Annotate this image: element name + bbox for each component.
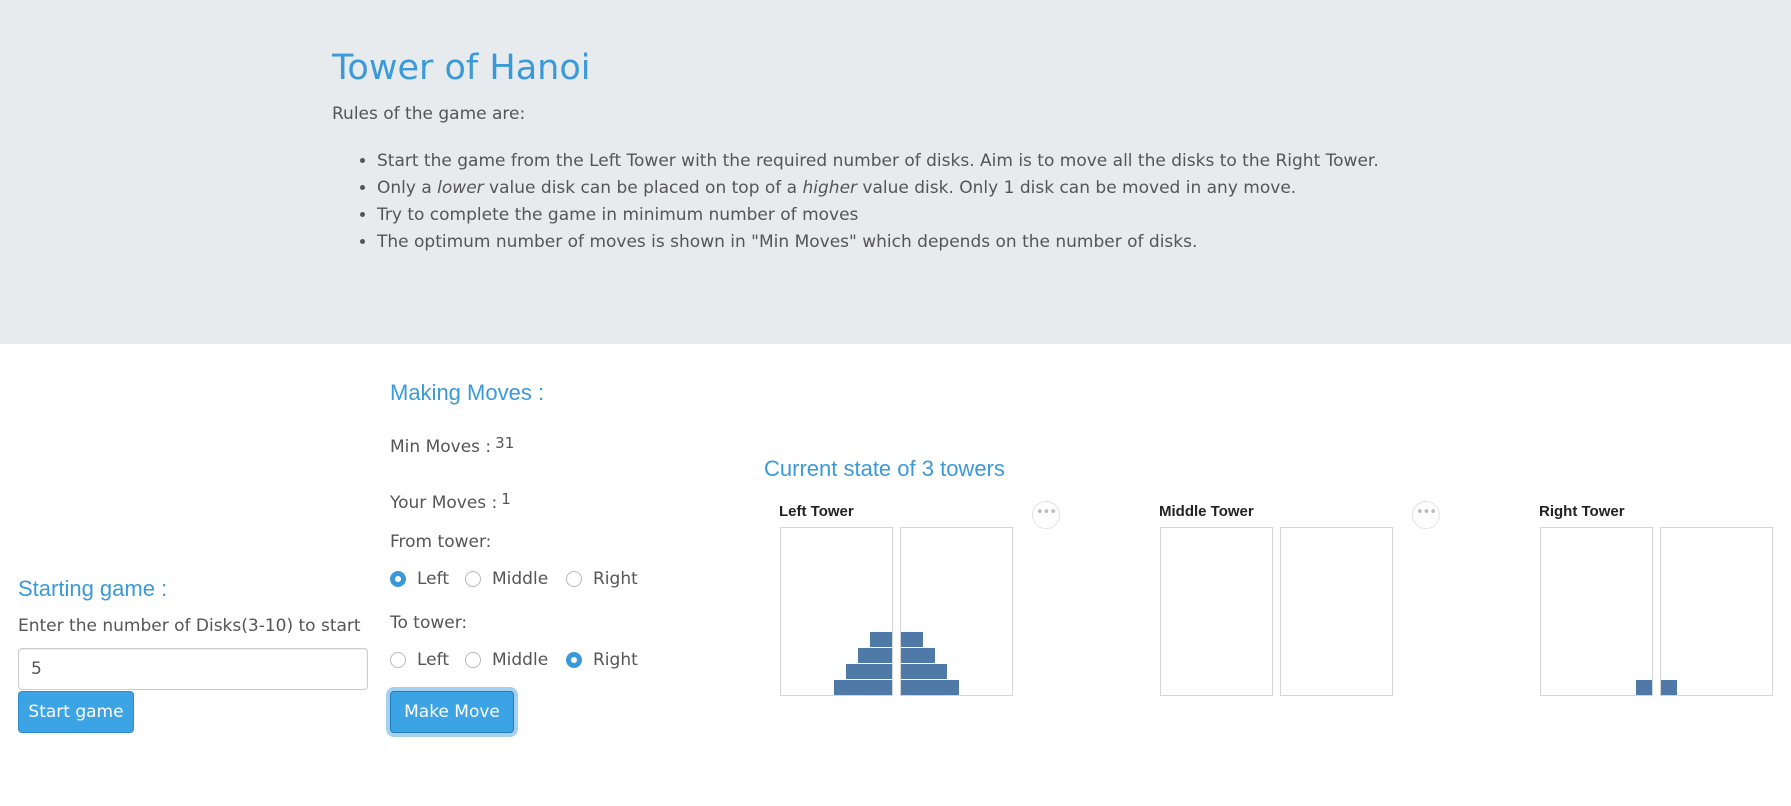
rule-text: value disk can be placed on top of a — [483, 178, 803, 198]
tower-pane-left-half[interactable] — [780, 527, 893, 696]
disk-left-half — [834, 680, 892, 695]
to-radio-right[interactable]: Right — [566, 648, 638, 672]
radio-label: Middle — [492, 650, 549, 670]
radio-label: Right — [593, 569, 638, 589]
tower-label: Middle Tower — [1159, 503, 1254, 520]
current-state-heading: Current state of 3 towers — [764, 456, 1005, 481]
rule-item: The optimum number of moves is shown in … — [377, 229, 1379, 256]
radio-label: Middle — [492, 569, 549, 589]
to-radio-left[interactable]: Left — [390, 648, 449, 672]
tower-pane-right-half[interactable] — [1660, 527, 1773, 696]
make-move-button[interactable]: Make Move — [390, 691, 514, 733]
min-moves-row: Min Moves :31 — [390, 434, 514, 457]
making-moves-heading: Making Moves : — [390, 380, 545, 405]
disk-left-half — [870, 632, 892, 647]
disk-right-half — [901, 664, 947, 679]
disk-count-prompt: Enter the number of Disks(3-10) to start — [18, 616, 361, 636]
rules-intro: Rules of the game are: — [332, 104, 526, 124]
ellipsis-icon[interactable]: ••• — [1412, 501, 1440, 529]
disk-left-half — [858, 648, 892, 663]
disk-right-half — [1661, 680, 1677, 695]
radio-label: Right — [593, 650, 638, 670]
rule-item: Start the game from the Left Tower with … — [377, 148, 1379, 175]
starting-game-heading: Starting game : — [18, 576, 168, 601]
disk-left-half — [1636, 680, 1652, 695]
rule-emphasis: higher — [802, 178, 858, 198]
from-radio-middle[interactable]: Middle — [465, 567, 548, 591]
min-moves-value: 31 — [495, 434, 515, 452]
page-title: Tower of Hanoi — [332, 48, 591, 88]
disk-left-half — [846, 664, 892, 679]
radio-label: Left — [417, 569, 449, 589]
rules-list: Start the game from the Left Tower with … — [332, 148, 1379, 256]
radio-circle[interactable] — [566, 652, 582, 668]
from-tower-label: From tower: — [390, 532, 492, 552]
tower-label: Right Tower — [1539, 503, 1625, 520]
your-moves-row: Your Moves :1 — [390, 490, 511, 513]
radio-circle[interactable] — [566, 571, 582, 587]
your-moves-value: 1 — [501, 490, 511, 508]
rule-text: value disk. Only 1 disk can be moved in … — [857, 178, 1297, 198]
tower-pane-left-half[interactable] — [1540, 527, 1653, 696]
rule-item: Try to complete the game in minimum numb… — [377, 202, 1379, 229]
radio-circle[interactable] — [465, 652, 481, 668]
rule-emphasis: lower — [437, 178, 484, 198]
disk-right-half — [901, 632, 923, 647]
tower-pane-right-half[interactable] — [1280, 527, 1393, 696]
from-radio-left[interactable]: Left — [390, 567, 449, 591]
radio-circle[interactable] — [390, 571, 406, 587]
tower-pane-right-half[interactable] — [900, 527, 1013, 696]
rule-text: Only a — [377, 178, 438, 198]
tower-pane-left-half[interactable] — [1160, 527, 1273, 696]
rule-item: Only a lower value disk can be placed on… — [377, 175, 1379, 202]
disk-right-half — [901, 680, 959, 695]
to-tower-label: To tower: — [390, 613, 468, 633]
from-radio-right[interactable]: Right — [566, 567, 638, 591]
tower-label: Left Tower — [779, 503, 854, 520]
disk-count-input[interactable] — [18, 648, 368, 690]
your-moves-label: Your Moves : — [390, 493, 498, 513]
to-radio-middle[interactable]: Middle — [465, 648, 548, 672]
start-game-button[interactable]: Start game — [18, 691, 134, 733]
radio-circle[interactable] — [390, 652, 406, 668]
disk-right-half — [901, 648, 935, 663]
rule-text: The optimum number of moves is shown in … — [377, 232, 1198, 252]
ellipsis-icon[interactable]: ••• — [1032, 501, 1060, 529]
min-moves-label: Min Moves : — [390, 437, 492, 457]
radio-label: Left — [417, 650, 449, 670]
rule-text: Try to complete the game in minimum numb… — [377, 205, 859, 225]
radio-circle[interactable] — [465, 571, 481, 587]
rules-jumbotron: Tower of Hanoi Rules of the game are: St… — [0, 0, 1791, 344]
rule-text: Start the game from the Left Tower with … — [377, 151, 1379, 171]
